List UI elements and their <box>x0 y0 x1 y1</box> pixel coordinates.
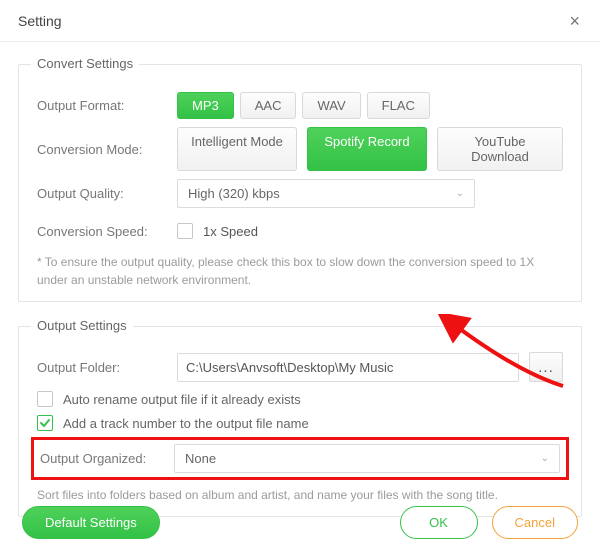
add-track-number-checkbox[interactable] <box>37 415 53 431</box>
conversion-mode-label: Conversion Mode: <box>37 142 177 157</box>
convert-settings-legend: Convert Settings <box>31 56 139 71</box>
window-title: Setting <box>18 13 62 29</box>
output-quality-value: High (320) kbps <box>188 186 280 201</box>
speed-1x-checkbox[interactable] <box>177 223 193 239</box>
mode-youtube-button[interactable]: YouTube Download <box>437 127 563 171</box>
output-folder-input[interactable] <box>177 353 519 382</box>
organized-hint-text: Sort files into folders based on album a… <box>37 486 563 504</box>
ok-button[interactable]: OK <box>400 506 478 539</box>
output-quality-label: Output Quality: <box>37 186 177 201</box>
output-settings-group: Output Settings Output Folder: ... Auto … <box>18 326 582 517</box>
format-mp3-button[interactable]: MP3 <box>177 92 234 119</box>
cancel-button[interactable]: Cancel <box>492 506 578 539</box>
mode-intelligent-button[interactable]: Intelligent Mode <box>177 127 297 171</box>
output-settings-legend: Output Settings <box>31 318 133 333</box>
auto-rename-label: Auto rename output file if it already ex… <box>63 392 301 407</box>
chevron-down-icon: ⌄ <box>541 453 549 464</box>
format-flac-button[interactable]: FLAC <box>367 92 430 119</box>
conversion-speed-label: Conversion Speed: <box>37 224 177 239</box>
close-icon[interactable]: × <box>563 8 586 34</box>
browse-button[interactable]: ... <box>529 352 563 382</box>
output-format-label: Output Format: <box>37 98 177 113</box>
output-quality-select[interactable]: High (320) kbps ⌄ <box>177 179 475 208</box>
convert-settings-group: Convert Settings Output Format: MP3 AAC … <box>18 64 582 302</box>
speed-1x-checkbox-label: 1x Speed <box>203 224 258 239</box>
speed-hint-text: * To ensure the output quality, please c… <box>37 253 563 289</box>
output-folder-label: Output Folder: <box>37 360 177 375</box>
chevron-down-icon: ⌄ <box>456 188 464 199</box>
auto-rename-checkbox[interactable] <box>37 391 53 407</box>
format-wav-button[interactable]: WAV <box>302 92 360 119</box>
output-organized-label: Output Organized: <box>40 451 174 466</box>
output-organized-row: Output Organized: None ⌄ <box>31 437 569 480</box>
mode-spotify-button[interactable]: Spotify Record <box>307 127 427 171</box>
add-track-number-label: Add a track number to the output file na… <box>63 416 309 431</box>
output-organized-select[interactable]: None ⌄ <box>174 444 560 473</box>
output-organized-value: None <box>185 451 216 466</box>
check-icon <box>39 417 51 429</box>
format-aac-button[interactable]: AAC <box>240 92 297 119</box>
default-settings-button[interactable]: Default Settings <box>22 506 160 539</box>
